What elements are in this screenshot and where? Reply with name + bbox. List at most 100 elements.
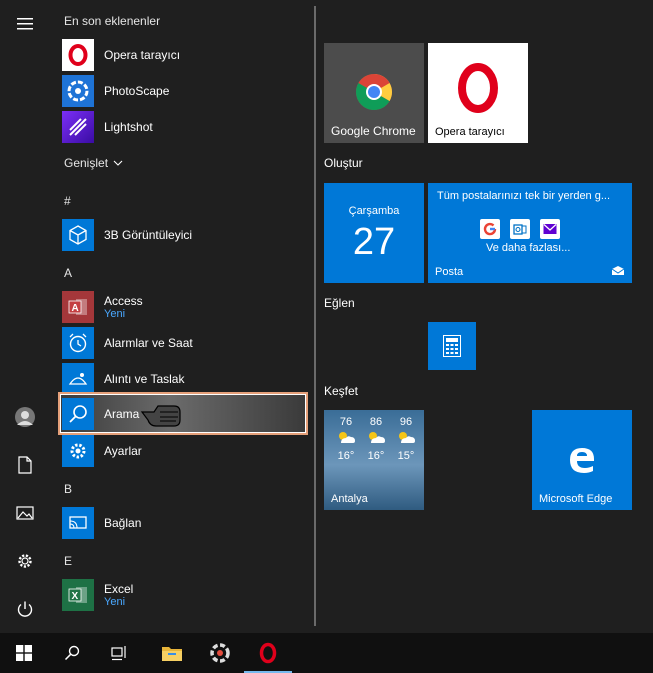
app-name: Access	[104, 294, 143, 308]
power-icon	[17, 601, 33, 617]
yahoo-mail-icon	[540, 219, 560, 239]
forecast-high: 76	[339, 416, 353, 428]
list-item-search[interactable]: Arama	[62, 396, 308, 432]
forecast-day: 96 15°	[394, 416, 418, 462]
alarm-clock-icon	[62, 327, 94, 359]
settings-gear-icon	[62, 435, 94, 467]
forecast-low: 16°	[367, 450, 385, 462]
3d-viewer-icon	[62, 219, 94, 251]
list-item-access[interactable]: A Access Yeni	[62, 289, 308, 325]
group-title-create[interactable]: Oluştur	[324, 156, 363, 170]
tile-microsoft-edge[interactable]: Microsoft Edge	[532, 410, 632, 510]
mail-more: Ve daha fazlası...	[486, 242, 571, 254]
list-item-alarms[interactable]: Alarmlar ve Saat	[62, 325, 308, 361]
tile-google-chrome[interactable]: Google Chrome	[324, 43, 424, 143]
taskbar-search-button[interactable]	[48, 633, 96, 673]
user-avatar-button[interactable]	[0, 393, 50, 441]
letter-header-e[interactable]: E	[64, 554, 72, 568]
file-explorer-button[interactable]	[148, 633, 196, 673]
excel-icon: X	[62, 579, 94, 611]
chevron-down-icon	[113, 160, 123, 166]
edge-icon	[570, 448, 594, 473]
tile-mail[interactable]: Tüm postalarınızı tek bir yerden g... Ve…	[428, 183, 632, 283]
app-name: Excel	[104, 582, 134, 596]
tile-weather[interactable]: 76 16° 86 16° 96 15° Antalya	[324, 410, 424, 510]
photoscape-icon	[62, 75, 94, 107]
forecast-high: 86	[369, 416, 383, 428]
task-view-icon	[111, 646, 126, 661]
folder-icon	[162, 647, 182, 661]
picture-icon	[16, 506, 34, 520]
app-name: Alarmlar ve Saat	[104, 336, 193, 350]
hamburger-icon	[17, 18, 33, 30]
power-button[interactable]	[0, 585, 50, 633]
avatar-icon	[15, 407, 35, 427]
mail-text: Tüm postalarınızı tek bir yerden g...	[437, 190, 611, 202]
tile-calendar[interactable]: Çarşamba 27	[324, 183, 424, 283]
app-name: PhotoScape	[104, 84, 170, 98]
letter-header-b[interactable]: B	[64, 482, 72, 496]
group-title-explore[interactable]: Keşfet	[324, 384, 358, 398]
letter-header-a[interactable]: A	[64, 266, 72, 280]
calendar-date: 27	[352, 221, 396, 263]
list-item-settings[interactable]: Ayarlar	[62, 433, 308, 469]
app-name: Lightshot	[104, 120, 153, 134]
app-name: 3B Görüntüleyici	[104, 228, 193, 242]
hamburger-menu-button[interactable]	[0, 0, 50, 48]
google-icon	[480, 219, 500, 239]
access-icon: A	[62, 291, 94, 323]
tile-calculator[interactable]	[428, 322, 476, 370]
photoscape-taskbar-button[interactable]	[196, 633, 244, 673]
forecast-high: 96	[399, 416, 413, 428]
scrollbar[interactable]	[314, 6, 316, 626]
tile-opera[interactable]: Opera tarayıcı	[428, 43, 528, 143]
app-name: Arama	[104, 407, 140, 421]
app-name: Ayarlar	[104, 444, 142, 458]
app-name: Alıntı ve Taslak	[104, 372, 185, 386]
opera-icon	[458, 63, 498, 113]
opera-taskbar-button[interactable]	[244, 633, 292, 673]
search-icon	[62, 398, 94, 430]
documents-button[interactable]	[0, 441, 50, 489]
mail-account-icons	[480, 219, 560, 239]
list-item-opera[interactable]: Opera tarayıcı	[62, 37, 308, 73]
photoscape-icon	[210, 643, 230, 663]
start-button[interactable]	[0, 633, 48, 673]
forecast-day: 76 16°	[334, 416, 358, 462]
list-item-excel[interactable]: X Excel Yeni	[62, 577, 308, 613]
partly-cloudy-icon	[369, 432, 385, 443]
letter-header-hash[interactable]: #	[64, 194, 71, 208]
group-title-play[interactable]: Eğlen	[324, 296, 355, 310]
forecast-low: 16°	[337, 450, 355, 462]
app-list: En son eklenenler Opera tarayıcı PhotoSc…	[50, 0, 316, 633]
windows-logo-icon	[16, 645, 32, 661]
start-rail	[0, 0, 50, 633]
list-item-connect[interactable]: Bağlan	[62, 505, 308, 541]
snip-sketch-icon	[62, 363, 94, 395]
taskbar	[0, 633, 653, 673]
list-item-3d-viewer[interactable]: 3B Görüntüleyici	[62, 217, 308, 253]
forecast-low: 15°	[397, 450, 415, 462]
start-menu: En son eklenenler Opera tarayıcı PhotoSc…	[0, 0, 653, 633]
new-badge: Yeni	[104, 308, 126, 320]
calculator-icon	[443, 335, 461, 357]
tile-label: Posta	[435, 266, 464, 278]
pictures-button[interactable]	[0, 489, 50, 537]
document-icon	[18, 456, 32, 474]
tile-label: Opera tarayıcı	[435, 126, 505, 138]
gear-icon	[18, 554, 32, 568]
new-badge: Yeni	[104, 596, 126, 608]
settings-button[interactable]	[0, 537, 50, 585]
expand-button[interactable]: Genişlet	[64, 156, 123, 170]
search-icon	[64, 645, 80, 661]
list-item-lightshot[interactable]: Lightshot	[62, 109, 308, 145]
chrome-icon	[355, 73, 393, 111]
list-item-photoscape[interactable]: PhotoScape	[62, 73, 308, 109]
mail-envelope-icon	[611, 266, 625, 275]
opera-icon	[259, 642, 277, 664]
expand-label: Genişlet	[64, 156, 109, 170]
app-name: Opera tarayıcı	[104, 48, 181, 62]
task-view-button[interactable]	[96, 633, 144, 673]
svg-text:A: A	[72, 303, 79, 314]
calendar-day: Çarşamba	[348, 205, 400, 217]
